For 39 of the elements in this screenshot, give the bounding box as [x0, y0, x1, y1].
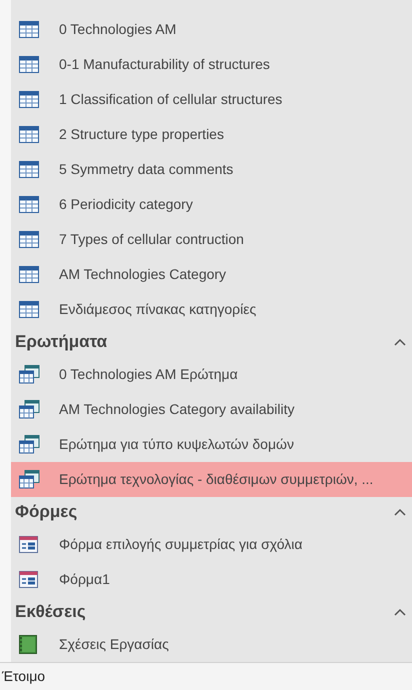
navigation-item[interactable]: Ενδιάμεσος πίνακας κατηγορίες [11, 292, 412, 327]
table-icon [19, 126, 39, 143]
status-text: Έτοιμο [2, 667, 46, 686]
table-icon [19, 266, 39, 283]
navigation-item[interactable]: 0 Technologies AM Ερώτημα [11, 357, 412, 392]
navigation-item[interactable]: 0-1 Manufacturability of structures [11, 47, 412, 82]
table-icon [19, 91, 39, 108]
navigation-item[interactable]: Ερώτημα για τύπο κυψελωτών δομών [11, 427, 412, 462]
query-icon [19, 400, 40, 419]
section-header[interactable]: Εκθέσεις [15, 599, 86, 625]
form-icon [19, 571, 38, 588]
navigation-item[interactable]: Φόρμα1 [11, 562, 412, 597]
report-icon [19, 635, 37, 654]
form-icon [19, 536, 38, 553]
collapse-icon[interactable] [394, 338, 406, 346]
navigation-item[interactable]: Ερώτημα τεχνολογίας - διαθέσιμων συμμετριών, ... [11, 462, 412, 497]
navigation-item[interactable]: 0 Technologies AM [11, 12, 412, 47]
navigation-item[interactable]: 1 Classification of cellular structures [11, 82, 412, 117]
query-icon [19, 435, 40, 454]
navigation-item[interactable]: 2 Structure type properties [11, 117, 412, 152]
navigation-item[interactable]: 5 Symmetry data comments [11, 152, 412, 187]
table-icon [19, 301, 39, 318]
navigation-item[interactable]: 6 Periodicity category [11, 187, 412, 222]
navigation-item[interactable]: Φόρμα επιλογής συμμετρίας για σχόλια [11, 527, 412, 562]
navigation-item[interactable]: AM Technologies Category availability [11, 392, 412, 427]
collapse-icon[interactable] [394, 508, 406, 516]
collapse-icon[interactable] [394, 608, 406, 616]
section-header[interactable]: Ερωτήματα [15, 329, 108, 355]
navigation-item[interactable]: Σχέσεις Εργασίας [11, 627, 412, 662]
table-icon [19, 161, 39, 178]
query-icon [19, 365, 40, 384]
table-icon [19, 196, 39, 213]
table-icon [19, 231, 39, 248]
table-icon [19, 21, 39, 38]
query-icon [19, 470, 40, 489]
table-icon [19, 56, 39, 73]
section-header[interactable]: Φόρμες [15, 499, 78, 525]
navigation-item[interactable]: 7 Types of cellular contruction [11, 222, 412, 257]
navigation-item[interactable]: AM Technologies Category [11, 257, 412, 292]
